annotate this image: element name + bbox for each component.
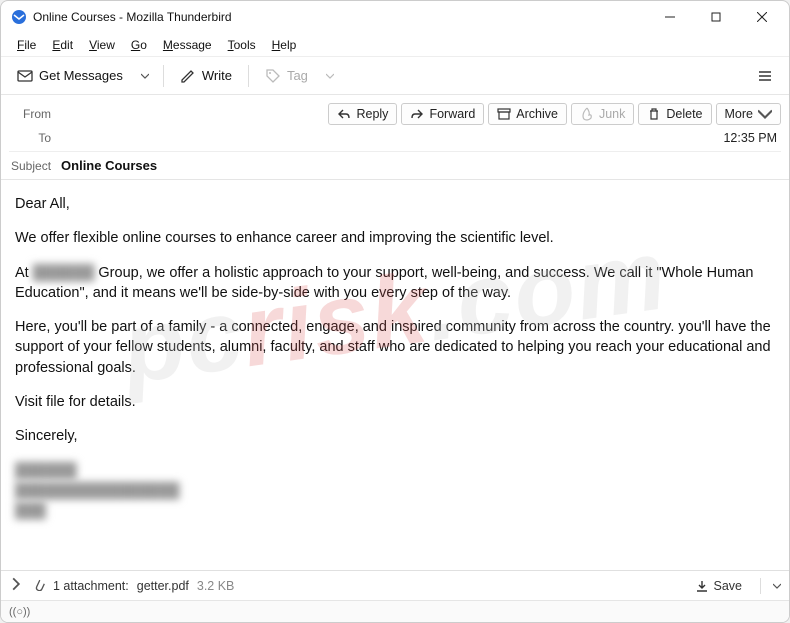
signature: ██████ ████████████████ ███: [15, 461, 775, 522]
titlebar: Online Courses - Mozilla Thunderbird: [1, 1, 789, 33]
subject-value: Online Courses: [61, 158, 157, 173]
close-button[interactable]: [739, 1, 785, 33]
expand-attachments[interactable]: [9, 577, 23, 594]
redacted-signature-3: ███: [15, 503, 46, 519]
inbox-icon: [17, 68, 33, 84]
download-icon: [695, 579, 709, 593]
app-icon: [11, 9, 27, 25]
message-body: Dear All, We offer flexible online cours…: [1, 180, 789, 550]
separator: [163, 65, 164, 87]
menu-help[interactable]: Help: [264, 36, 305, 54]
pencil-icon: [180, 68, 196, 84]
paperclip-icon: [31, 577, 45, 594]
from-label: From: [9, 107, 59, 121]
subject-label: Subject: [9, 159, 61, 173]
get-messages-label: Get Messages: [39, 68, 123, 83]
forward-icon: [410, 107, 424, 121]
hamburger-icon: [757, 68, 773, 84]
to-label: To: [9, 131, 59, 145]
menu-view[interactable]: View: [81, 36, 123, 54]
delete-label: Delete: [666, 107, 702, 121]
reply-button[interactable]: Reply: [328, 103, 397, 125]
timestamp: 12:35 PM: [723, 131, 781, 145]
archive-icon: [497, 107, 511, 121]
tag-button[interactable]: Tag: [257, 63, 316, 89]
reply-label: Reply: [356, 107, 388, 121]
more-button[interactable]: More: [716, 103, 781, 125]
write-button[interactable]: Write: [172, 63, 240, 89]
appmenu-button[interactable]: [749, 63, 781, 89]
toolbar: Get Messages Write Tag: [1, 57, 789, 95]
forward-label: Forward: [429, 107, 475, 121]
menu-file[interactable]: File: [9, 36, 44, 54]
more-label: More: [725, 107, 753, 121]
junk-label: Junk: [599, 107, 625, 121]
body-para-2: At ██████ Group, we offer a holistic app…: [15, 263, 775, 304]
write-label: Write: [202, 68, 232, 83]
body-para-3: Here, you'll be part of a family - a con…: [15, 317, 775, 378]
connection-indicator[interactable]: ((○)): [9, 606, 30, 618]
separator: [760, 578, 761, 594]
reply-icon: [337, 107, 351, 121]
delete-button[interactable]: Delete: [638, 103, 711, 125]
save-dropdown[interactable]: [773, 579, 781, 593]
tag-icon: [265, 68, 281, 84]
archive-button[interactable]: Archive: [488, 103, 567, 125]
message-header: From Reply Forward Archive Junk Delete: [1, 95, 789, 179]
save-attachment-button[interactable]: Save: [689, 576, 749, 596]
redacted-company: ██████: [33, 265, 95, 281]
forward-button[interactable]: Forward: [401, 103, 484, 125]
body-para-1: We offer flexible online courses to enha…: [15, 228, 775, 248]
chevron-down-icon: [758, 107, 772, 121]
body-signoff: Sincerely,: [15, 426, 775, 446]
menu-go[interactable]: Go: [123, 36, 155, 54]
menu-message[interactable]: Message: [155, 36, 220, 54]
status-bar: ((○)): [1, 600, 789, 622]
separator: [248, 65, 249, 87]
body-greeting: Dear All,: [15, 194, 775, 214]
window-title: Online Courses - Mozilla Thunderbird: [33, 10, 647, 24]
body-para-4: Visit file for details.: [15, 392, 775, 412]
attachment-filename[interactable]: getter.pdf: [137, 579, 189, 593]
redacted-signature-1: ██████: [15, 463, 77, 479]
attachment-bar: 1 attachment: getter.pdf 3.2 KB Save: [1, 570, 789, 600]
maximize-button[interactable]: [693, 1, 739, 33]
attachment-count: 1 attachment:: [53, 579, 129, 593]
get-messages-button[interactable]: Get Messages: [9, 63, 131, 89]
get-messages-dropdown[interactable]: [135, 67, 155, 85]
menu-tools[interactable]: Tools: [220, 36, 264, 54]
trash-icon: [647, 107, 661, 121]
tag-dropdown[interactable]: [320, 67, 340, 85]
attachment-size: 3.2 KB: [197, 579, 235, 593]
tag-label: Tag: [287, 68, 308, 83]
junk-button[interactable]: Junk: [571, 103, 634, 125]
archive-label: Archive: [516, 107, 558, 121]
menubar: File Edit View Go Message Tools Help: [1, 33, 789, 57]
minimize-button[interactable]: [647, 1, 693, 33]
redacted-signature-2: ████████████████: [15, 483, 179, 499]
menu-edit[interactable]: Edit: [44, 36, 81, 54]
save-label: Save: [714, 579, 743, 593]
flame-icon: [580, 107, 594, 121]
